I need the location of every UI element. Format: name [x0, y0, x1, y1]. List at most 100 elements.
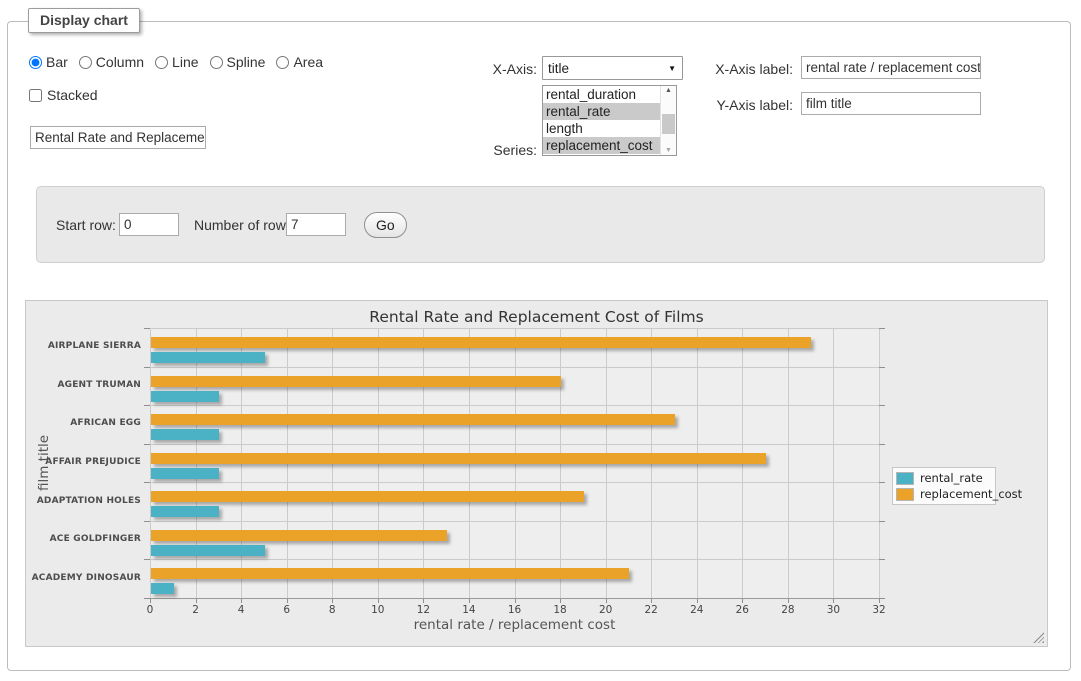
gridline-horizontal: [150, 444, 879, 445]
x-tick-label: 32: [865, 604, 893, 616]
y-axis-tick-left: [144, 521, 150, 522]
x-tick-label: 0: [136, 604, 164, 616]
legend-swatch-replacement_cost: [896, 488, 914, 501]
series-listbox[interactable]: rental_durationrental_ratelengthreplacem…: [542, 85, 677, 156]
chart-type-radio-column[interactable]: [79, 56, 92, 69]
y-axis-tick-right: [879, 444, 885, 445]
chart-type-option-spline[interactable]: Spline: [210, 54, 266, 70]
legend-swatch-rental_rate: [896, 472, 914, 485]
stacked-label: Stacked: [47, 87, 98, 103]
series-options: rental_durationrental_ratelengthreplacem…: [543, 86, 661, 155]
start-row-caption: Start row:: [56, 217, 116, 233]
chart-bar-rental-rate: [151, 391, 219, 402]
chart-type-option-area[interactable]: Area: [276, 54, 323, 70]
gridline-horizontal: [150, 328, 879, 329]
legend-label: rental_rate: [920, 471, 983, 485]
chart-type-radio-area[interactable]: [276, 56, 289, 69]
chart-bar-replacement-cost: [151, 568, 629, 579]
gridline-vertical: [788, 328, 789, 598]
chart-bar-replacement-cost: [151, 337, 811, 348]
series-option-rental_duration[interactable]: rental_duration: [543, 86, 661, 103]
y-axis-label-input[interactable]: [801, 92, 981, 115]
x-tick-label: 2: [182, 604, 210, 616]
legend-row-replacement_cost: replacement_cost: [896, 486, 992, 502]
chart-type-radio-group: Bar Column Line Spline Area: [29, 54, 323, 70]
legend-row-rental_rate: rental_rate: [896, 470, 992, 486]
go-button[interactable]: Go: [364, 212, 407, 238]
chart-type-radio-spline[interactable]: [210, 56, 223, 69]
chart-bar-rental-rate: [151, 583, 174, 594]
y-axis-tick-left: [144, 328, 150, 329]
gridline-horizontal: [150, 598, 879, 599]
chart-bar-rental-rate: [151, 506, 219, 517]
chart-type-radio-line[interactable]: [155, 56, 168, 69]
gridline-vertical: [879, 328, 880, 598]
scroll-down-icon[interactable]: ▼: [661, 147, 676, 154]
y-axis-tick-right: [879, 598, 885, 599]
series-caption: Series:: [437, 142, 537, 158]
resize-grip-icon[interactable]: [1033, 632, 1044, 643]
y-axis-tick-right: [879, 521, 885, 522]
chart-bar-replacement-cost: [151, 453, 766, 464]
category-label: AIRPLANE SIERRA: [26, 341, 141, 351]
x-tick-label: 4: [227, 604, 255, 616]
x-tick-label: 26: [728, 604, 756, 616]
scroll-up-icon[interactable]: ▲: [661, 87, 676, 94]
number-of-rows-caption: Number of rows:: [194, 217, 297, 233]
chart-type-label-column: Column: [96, 54, 144, 70]
x-tick-label: 18: [546, 604, 574, 616]
x-axis-select[interactable]: title ▼: [542, 56, 683, 80]
x-tick-label: 14: [455, 604, 483, 616]
series-option-length[interactable]: length: [543, 120, 661, 137]
gridline-horizontal: [150, 405, 879, 406]
y-axis-tick-left: [144, 559, 150, 560]
gridline-horizontal: [150, 559, 879, 560]
x-tick-label: 8: [318, 604, 346, 616]
stacked-option[interactable]: Stacked: [29, 87, 98, 103]
x-axis-selected-value: title: [548, 61, 569, 76]
series-option-rental_rate[interactable]: rental_rate: [543, 103, 661, 120]
chart-type-option-column[interactable]: Column: [79, 54, 144, 70]
x-axis-label-caption: X-Axis label:: [690, 61, 793, 77]
category-label: AGENT TRUMAN: [26, 380, 141, 390]
stacked-checkbox[interactable]: [29, 89, 42, 102]
x-axis-label-input[interactable]: [801, 56, 981, 79]
display-chart-legend: Display chart: [28, 8, 140, 33]
chart-bar-rental-rate: [151, 429, 219, 440]
y-axis-tick-left: [144, 482, 150, 483]
chart-type-label-bar: Bar: [46, 54, 68, 70]
x-tick-label: 20: [592, 604, 620, 616]
y-axis-tick-right: [879, 328, 885, 329]
start-row-input[interactable]: [119, 213, 179, 236]
category-label: ADAPTATION HOLES: [26, 496, 141, 506]
chart-container: Rental Rate and Replacement Cost of Film…: [25, 300, 1048, 647]
chart-type-option-bar[interactable]: Bar: [29, 54, 68, 70]
x-tick-label: 30: [819, 604, 847, 616]
chart-type-radio-bar[interactable]: [29, 56, 42, 69]
gridline-vertical: [833, 328, 834, 598]
chart-type-label-spline: Spline: [227, 54, 266, 70]
scroll-thumb[interactable]: [662, 114, 675, 134]
category-label: AFFAIR PREJUDICE: [26, 457, 141, 467]
x-axis-title: rental rate / replacement cost: [150, 617, 879, 633]
chart-type-label-area: Area: [293, 54, 323, 70]
y-axis-tick-right: [879, 482, 885, 483]
category-label: ACADEMY DINOSAUR: [26, 573, 141, 583]
series-option-replacement_cost[interactable]: replacement_cost: [543, 137, 661, 154]
y-axis-tick-right: [879, 405, 885, 406]
x-tick-label: 10: [364, 604, 392, 616]
series-scrollbar[interactable]: ▲ ▼: [660, 86, 676, 155]
y-axis-tick-left: [144, 367, 150, 368]
y-axis-tick-right: [879, 559, 885, 560]
legend-label: replacement_cost: [920, 487, 1022, 501]
x-tick-label: 22: [637, 604, 665, 616]
chart-bar-rental-rate: [151, 545, 265, 556]
chart-bar-replacement-cost: [151, 376, 561, 387]
y-axis-label-caption: Y-Axis label:: [690, 97, 793, 113]
category-label: AFRICAN EGG: [26, 418, 141, 428]
x-tick-label: 6: [273, 604, 301, 616]
x-tick-label: 12: [409, 604, 437, 616]
chart-title-input[interactable]: [30, 126, 206, 149]
chart-type-option-line[interactable]: Line: [155, 54, 198, 70]
number-of-rows-input[interactable]: [286, 213, 346, 236]
